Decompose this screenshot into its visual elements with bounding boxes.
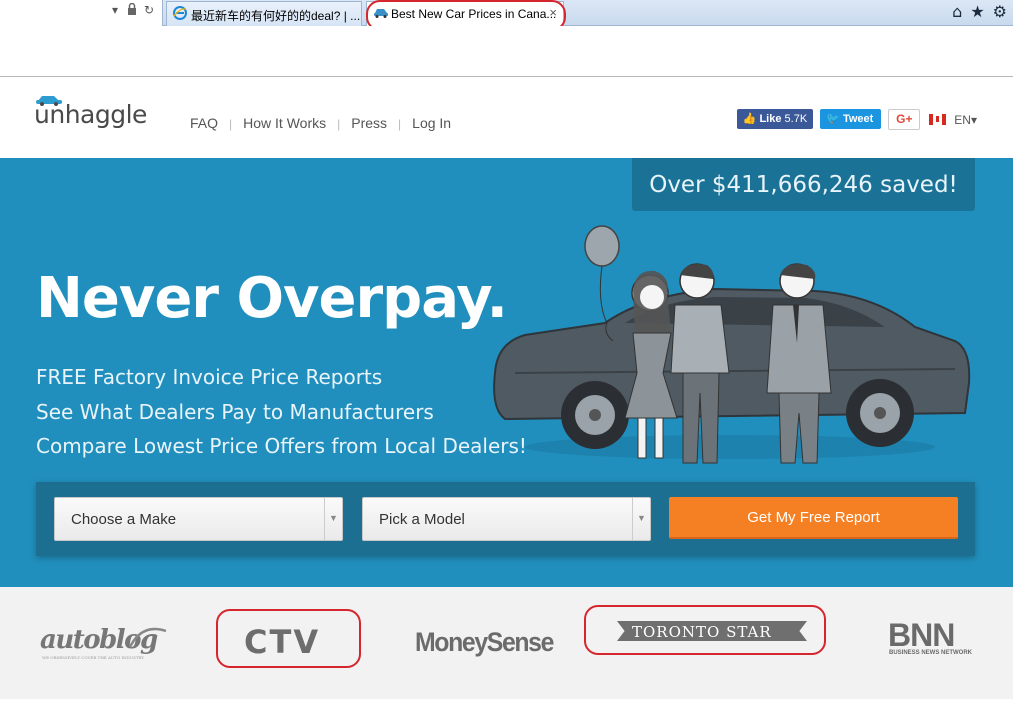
model-select[interactable]: Pick a Model ▼ xyxy=(362,497,651,541)
logo-car-icon xyxy=(36,96,62,106)
social-buttons: 👍 Like 5.7K 🐦 Tweet G+ EN▾ xyxy=(736,109,977,130)
autoblog-tagline: WE OBSESSIVELY COVER THE AUTO INDUSTRY xyxy=(42,655,145,660)
press-logos: autoblog WE OBSESSIVELY COVER THE AUTO I… xyxy=(0,587,1013,699)
chevron-down-icon: ▼ xyxy=(632,498,650,540)
twitter-bird-icon: 🐦 xyxy=(826,113,840,125)
search-panel: Choose a Make ▼ Pick a Model ▼ Get My Fr… xyxy=(36,482,975,556)
nav-divider: | xyxy=(398,117,402,131)
language-selector[interactable]: EN▾ xyxy=(954,109,977,127)
model-select-value: Pick a Model xyxy=(379,511,465,528)
savings-counter: Over $411,666,246 saved! xyxy=(632,158,975,211)
site-logo[interactable]: unhaggle xyxy=(34,96,147,129)
lock-icon xyxy=(127,2,137,18)
tab-chinese-forum[interactable]: 最近新车的有何好的的deal? | ... xyxy=(166,1,362,26)
hero-headline: Never Overpay. xyxy=(36,266,508,331)
chevron-down-icon: ▼ xyxy=(324,498,342,540)
google-plus-button[interactable]: G+ xyxy=(888,109,921,130)
home-icon[interactable]: ⌂ xyxy=(952,2,962,21)
main-nav: FAQ | How It Works | Press | Log In xyxy=(190,115,451,131)
gear-icon[interactable]: ⚙ xyxy=(993,2,1007,21)
close-tab-icon[interactable]: × xyxy=(549,5,557,20)
nav-press[interactable]: Press xyxy=(351,115,387,131)
address-bar-end[interactable]: ▾ ↻ xyxy=(0,0,163,26)
make-select-value: Choose a Make xyxy=(71,511,177,528)
facebook-like-button[interactable]: 👍 Like 5.7K xyxy=(736,109,814,129)
bnn-logo[interactable]: BNN BUSINESS NEWS NETWORK xyxy=(888,617,972,656)
autoblog-swoosh-icon xyxy=(128,627,167,648)
nav-divider: | xyxy=(229,117,233,131)
autoblog-logo[interactable]: autoblog WE OBSESSIVELY COVER THE AUTO I… xyxy=(40,625,167,660)
ie-icon xyxy=(173,6,187,20)
hero-tagline: FREE Factory Invoice Price Reports xyxy=(36,365,383,389)
toronto-star-logo[interactable]: TORONTO STAR xyxy=(632,623,772,641)
bnn-wordmark: BNN xyxy=(888,617,955,653)
hero-tagline: Compare Lowest Price Offers from Local D… xyxy=(36,434,527,458)
ctv-logo[interactable]: CTV xyxy=(244,623,320,661)
dropdown-icon[interactable]: ▾ xyxy=(112,3,118,17)
facebook-like-count: 5.7K xyxy=(784,113,808,125)
hero-tagline: See What Dealers Pay to Manufacturers xyxy=(36,400,434,424)
browser-toolbar-area xyxy=(0,26,1013,77)
browser-tab-bar: ▾ ↻ 最近新车的有何好的的deal? | ... Best New Car P… xyxy=(0,0,1013,31)
car-favicon-icon xyxy=(373,6,388,20)
tweet-button[interactable]: 🐦 Tweet xyxy=(820,109,882,129)
hero-section: Over $411,666,246 saved! Never Overpay. … xyxy=(0,158,1013,587)
nav-log-in[interactable]: Log In xyxy=(412,115,451,131)
facebook-like-label: Like xyxy=(759,113,782,125)
tab-title: 最近新车的有何好的的deal? | ... xyxy=(191,9,361,23)
tab-unhaggle[interactable]: Best New Car Prices in Cana... × xyxy=(366,1,564,26)
canada-flag-icon[interactable] xyxy=(929,114,947,125)
refresh-icon[interactable]: ↻ xyxy=(144,3,154,17)
get-free-report-button[interactable]: Get My Free Report xyxy=(669,497,958,539)
site-header: unhaggle FAQ | How It Works | Press | Log In 👍… xyxy=(0,78,1013,158)
nav-faq[interactable]: FAQ xyxy=(190,115,218,131)
make-select[interactable]: Choose a Make ▼ xyxy=(54,497,343,541)
browser-toolbar-icons: ⌂ ★ ⚙ xyxy=(944,2,1007,21)
nav-how-it-works[interactable]: How It Works xyxy=(243,115,326,131)
nav-divider: | xyxy=(337,117,341,131)
bnn-tagline: BUSINESS NEWS NETWORK xyxy=(889,650,973,656)
thumbs-up-icon: 👍 xyxy=(742,113,757,125)
car-people-illustration xyxy=(493,225,971,464)
tweet-label: Tweet xyxy=(842,113,874,125)
moneysense-logo[interactable]: MoneySense xyxy=(415,627,554,658)
tab-title: Best New Car Prices in Cana... xyxy=(391,7,557,21)
star-icon[interactable]: ★ xyxy=(970,2,984,21)
